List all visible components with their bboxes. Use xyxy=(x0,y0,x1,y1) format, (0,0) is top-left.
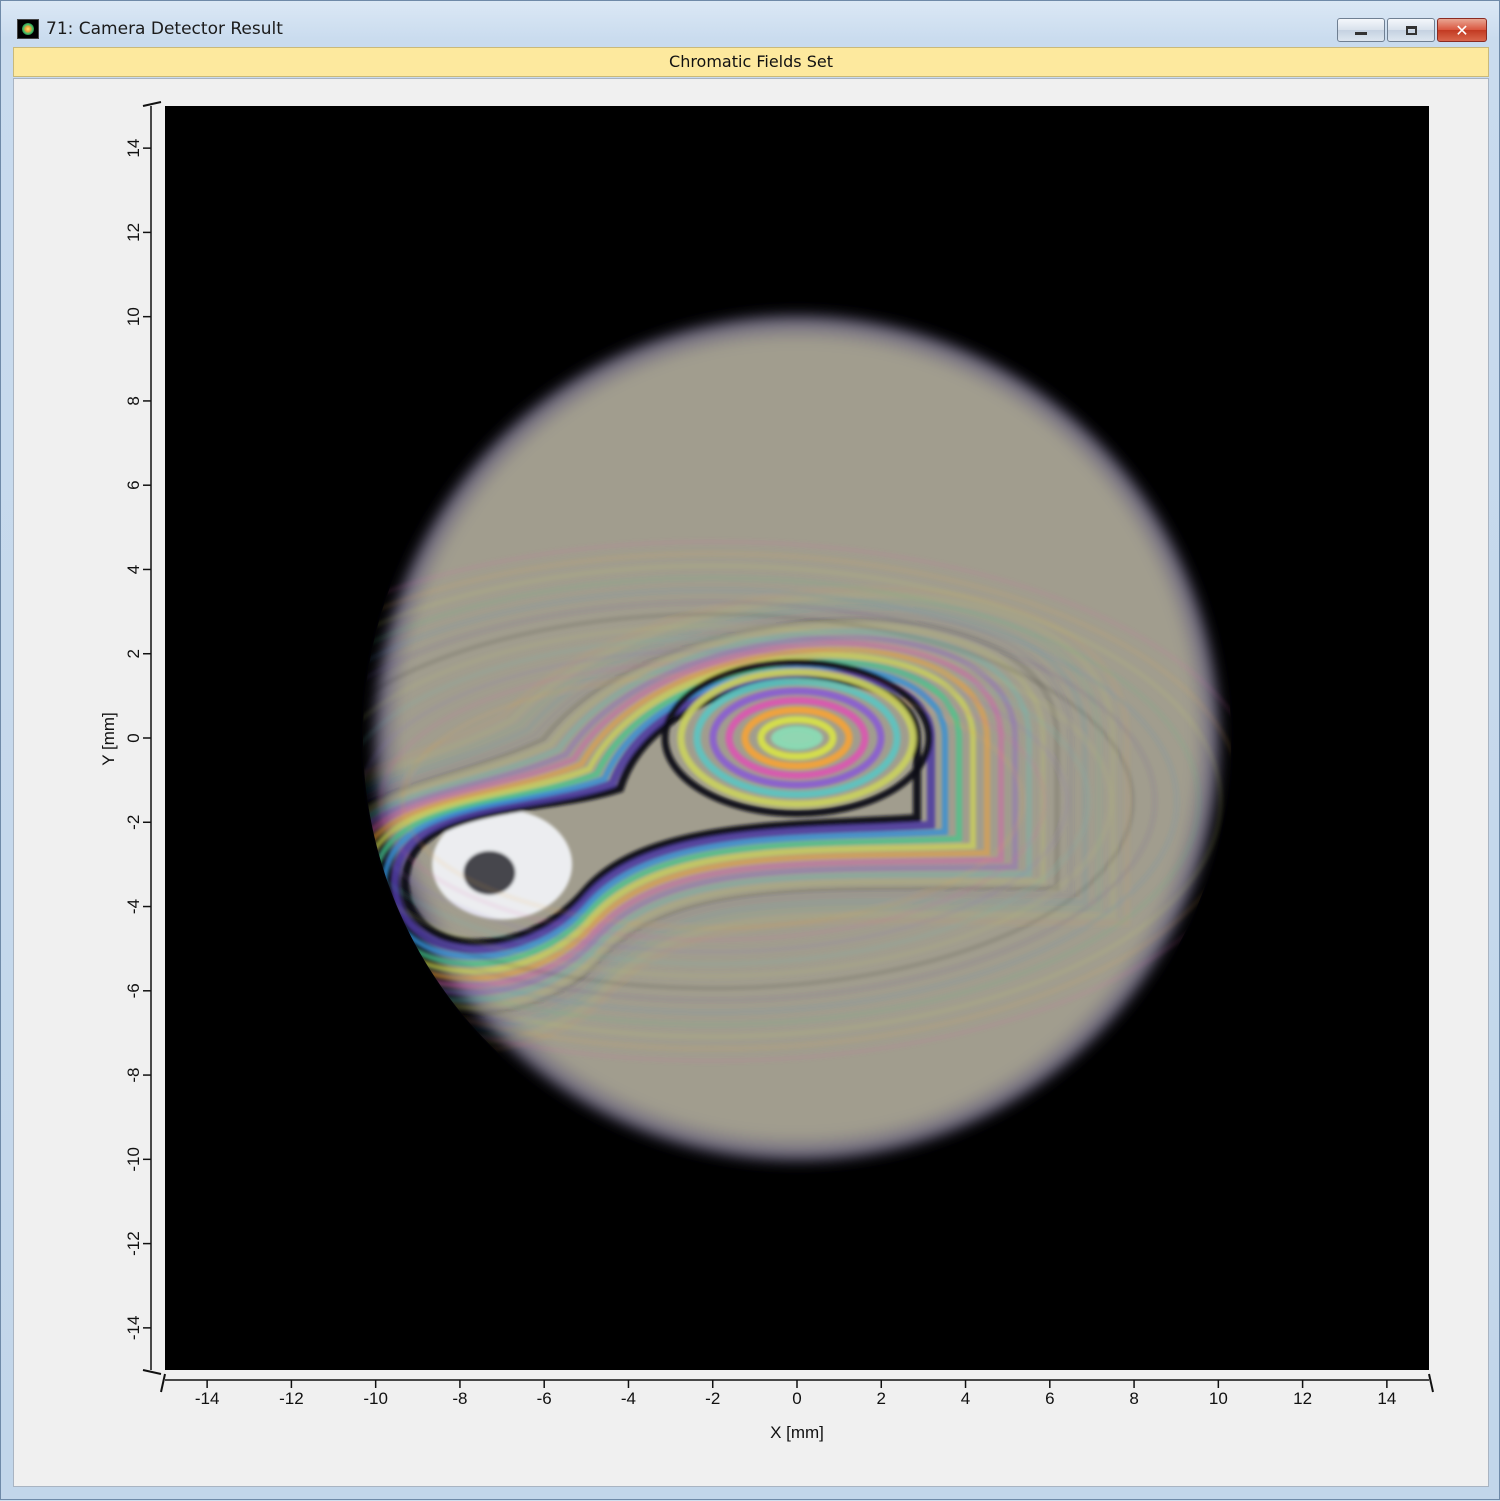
detector-plot[interactable]: -14 -12 -10 -8 -6 -4 -2 0 2 4 6 8 10 12 14 14 12 10 8 6 4 2 0 -… xyxy=(1,1,1500,1501)
y-tick-label: -12 xyxy=(124,1231,143,1256)
y-tick-label: 4 xyxy=(124,565,143,574)
x-tick-label: 0 xyxy=(792,1389,801,1408)
x-tick-label: -10 xyxy=(363,1389,388,1408)
y-tick-label: 10 xyxy=(124,307,143,326)
x-axis-cap xyxy=(1428,1373,1434,1393)
y-axis-label: Y [mm] xyxy=(99,712,118,766)
x-tick-label: -14 xyxy=(195,1389,220,1408)
x-tick-label: 10 xyxy=(1209,1389,1228,1408)
y-tick-label: 8 xyxy=(124,396,143,405)
x-tick-label: 6 xyxy=(1045,1389,1054,1408)
x-tick-label: 14 xyxy=(1377,1389,1396,1408)
y-tick-label: -8 xyxy=(124,1068,143,1083)
x-axis-label: X [mm] xyxy=(770,1423,824,1442)
y-tick-label: -6 xyxy=(124,983,143,998)
y-axis-cap xyxy=(142,101,162,107)
x-axis-cap xyxy=(160,1373,166,1393)
x-tick-label: 8 xyxy=(1129,1389,1138,1408)
y-tick-label: -4 xyxy=(124,899,143,914)
y-tick-label: 14 xyxy=(124,139,143,158)
y-tick-label: 6 xyxy=(124,480,143,489)
fringe-center xyxy=(771,726,823,750)
x-tick-label: 4 xyxy=(961,1389,970,1408)
y-tick-label: -2 xyxy=(124,815,143,830)
x-tick-label: 2 xyxy=(877,1389,886,1408)
y-tick-label: -10 xyxy=(124,1147,143,1172)
y-tick-label: 12 xyxy=(124,223,143,242)
x-tick-label: -6 xyxy=(537,1389,552,1408)
y-tick-label: 0 xyxy=(124,733,143,742)
x-tick-label: -12 xyxy=(279,1389,304,1408)
y-tick-label: -14 xyxy=(124,1316,143,1341)
x-tick-label: -8 xyxy=(452,1389,467,1408)
x-tick-label: -4 xyxy=(621,1389,636,1408)
camera-detector-window: 71: Camera Detector Result ✕ Chromatic F… xyxy=(0,0,1500,1500)
y-axis-cap xyxy=(142,1369,162,1375)
y-tick-label: 2 xyxy=(124,649,143,658)
x-tick-label: -2 xyxy=(705,1389,720,1408)
x-tick-label: 12 xyxy=(1293,1389,1312,1408)
